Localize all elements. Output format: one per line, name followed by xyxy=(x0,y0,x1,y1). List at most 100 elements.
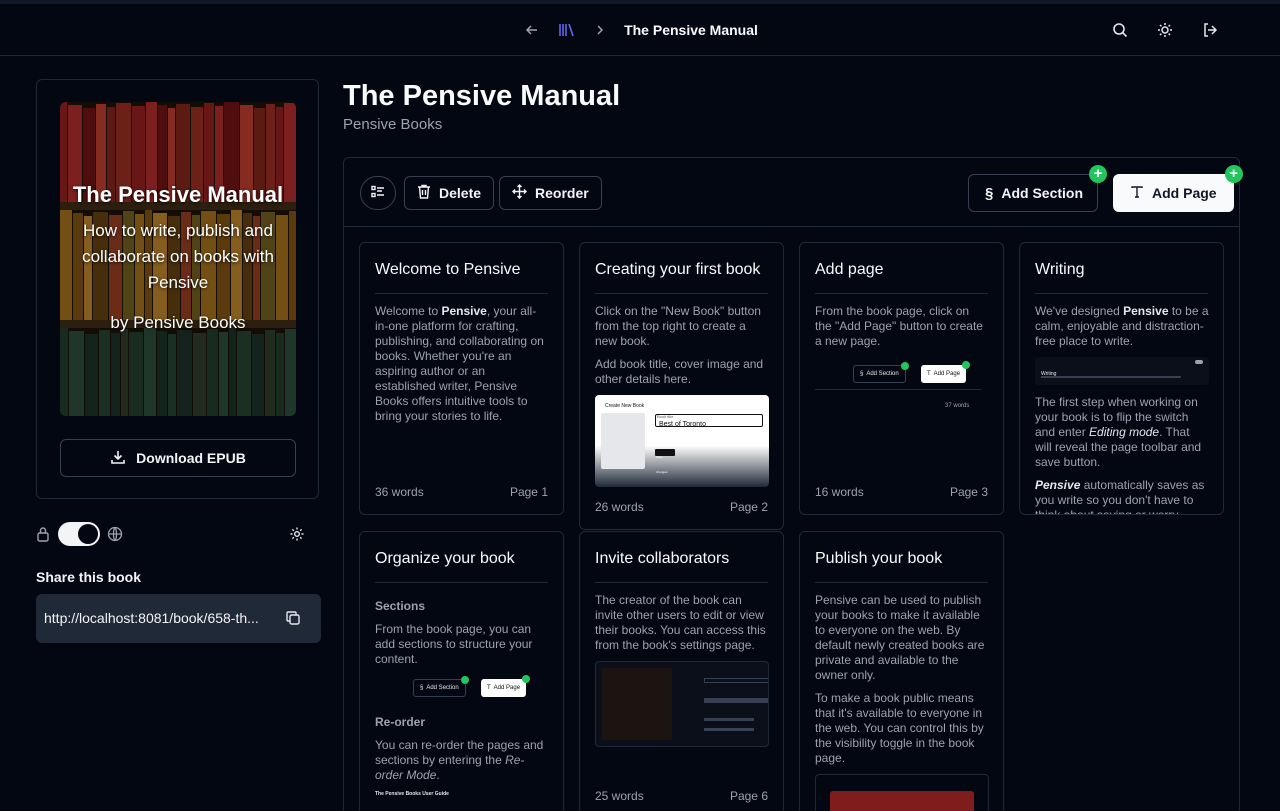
screenshot-text: Best of Toronto xyxy=(655,414,763,428)
page-card-title: Add page xyxy=(815,261,884,278)
card-text: We've designed xyxy=(1035,304,1124,318)
card-text-bold: Pensive xyxy=(1123,304,1169,318)
add-page-button[interactable]: Add Page + xyxy=(1113,165,1243,212)
share-label: Share this book xyxy=(36,569,142,585)
word-count: 36 words xyxy=(375,485,424,499)
screenshot-text: 37 words xyxy=(945,403,970,409)
page-card-title: Publish your book xyxy=(815,550,943,567)
arrow-left-icon[interactable] xyxy=(522,20,542,40)
share-url[interactable]: http://localhost:8081/book/658-th... xyxy=(44,610,266,626)
page-card-title: Creating your first book xyxy=(595,261,761,278)
card-text: Pensive can be used to publish your book… xyxy=(815,593,985,682)
page-card[interactable]: Creating your first book Click on the "N… xyxy=(579,242,784,530)
plus-badge-icon: + xyxy=(1224,165,1243,183)
cover-subtitle: How to write, publish and collaborate on… xyxy=(82,221,274,292)
card-text: The creator of the book can invite other… xyxy=(595,593,766,652)
page-card[interactable]: Add page From the book page, click on th… xyxy=(799,242,1004,515)
card-subheading: Re-order xyxy=(375,715,426,729)
page-card-title: Welcome to Pensive xyxy=(375,261,521,278)
text-icon xyxy=(1130,185,1144,202)
screenshot-add-section: § Add Section xyxy=(853,362,909,383)
add-section-button[interactable]: § Add Section + xyxy=(968,165,1108,212)
card-text-em: Editing mode xyxy=(1089,425,1160,439)
toolbar-divider xyxy=(344,226,1239,227)
copy-icon[interactable] xyxy=(285,610,301,631)
page-card[interactable]: Invite collaborators The creator of the … xyxy=(579,531,784,811)
page-card[interactable]: Welcome to Pensive Welcome to Pensive, y… xyxy=(359,242,564,515)
list-icon xyxy=(371,185,385,202)
page-number: Page 1 xyxy=(509,485,548,499)
collaborators-screenshot xyxy=(595,661,769,747)
delete-label: Delete xyxy=(439,185,482,201)
book-author: Pensive Books xyxy=(343,116,443,133)
organize-screenshot: § Add Section T Add Page xyxy=(375,675,549,705)
page-card-title: Writing xyxy=(1035,261,1085,278)
book-cover-card: The Pensive Manual How to write, publish… xyxy=(36,79,319,499)
new-book-screenshot: Create New Book Book title Best of Toron… xyxy=(595,395,769,487)
page-card-title: Organize your book xyxy=(375,550,515,567)
search-icon[interactable] xyxy=(1110,20,1130,40)
word-count: 26 words xyxy=(595,500,644,514)
move-icon xyxy=(512,184,527,202)
breadcrumb: The Pensive Manual xyxy=(0,4,1280,56)
page-number: Page 6 xyxy=(729,789,768,803)
add-section-label: Add Section xyxy=(1001,185,1084,201)
visibility-controls xyxy=(36,522,306,546)
card-text-bold: Pensive xyxy=(1035,478,1081,492)
card-text: . xyxy=(436,768,440,782)
delete-button[interactable]: Delete xyxy=(404,176,495,210)
screenshot-add-page: T Add Page xyxy=(481,675,531,697)
view-toggle-button[interactable] xyxy=(360,176,396,210)
card-text: From the book page, click on the "Add Pa… xyxy=(815,304,983,348)
sun-icon[interactable] xyxy=(1155,20,1175,40)
download-epub-label: Download EPUB xyxy=(136,450,246,466)
card-text-bold: Pensive xyxy=(441,304,487,318)
plus-badge-icon: + xyxy=(1089,165,1108,183)
card-text: From the book page, you can add sections… xyxy=(375,622,533,666)
pages-panel: Delete Reorder § Add Section + Add Page … xyxy=(343,157,1243,811)
library-icon[interactable] xyxy=(556,20,576,40)
writing-screenshot: Writing xyxy=(1035,357,1209,385)
card-subheading: Sections xyxy=(375,599,426,613)
screenshot-text: Create New Book xyxy=(605,403,645,409)
book-cover: The Pensive Manual How to write, publish… xyxy=(60,102,296,416)
breadcrumb-book-title: The Pensive Manual xyxy=(624,22,758,38)
page-number: Page 2 xyxy=(729,500,768,514)
download-icon xyxy=(110,449,126,468)
card-text: To make a book public means that it's av… xyxy=(815,691,984,765)
reorder-button[interactable]: Reorder xyxy=(499,176,602,210)
word-count: 16 words xyxy=(815,485,864,499)
screenshot-add-page: T Add Page xyxy=(921,361,971,383)
page-card[interactable]: Writing We've designed Pensive to be a c… xyxy=(1019,242,1224,515)
screenshot-text: Save changes xyxy=(655,449,675,474)
chevron-right-icon xyxy=(590,20,610,40)
visibility-toggle[interactable] xyxy=(58,522,100,546)
add-page-label: Add Page xyxy=(1152,185,1217,201)
card-text: Welcome to xyxy=(375,304,442,318)
card-text: Click on the "New Book" button from the … xyxy=(595,304,761,348)
reorder-label: Reorder xyxy=(535,185,589,201)
word-count: 25 words xyxy=(595,789,644,803)
section-icon: § xyxy=(985,184,994,202)
add-page-screenshot: § Add Section T Add Page 37 words xyxy=(815,357,989,419)
page-card[interactable]: Publish your book Pensive can be used to… xyxy=(799,531,1004,811)
cover-byline: by Pensive Books xyxy=(110,313,246,332)
cover-title: The Pensive Manual xyxy=(72,182,284,207)
card-text: Add book title, cover image and other de… xyxy=(595,357,764,386)
card-text: , your all-in-one platform for crafting,… xyxy=(375,304,544,423)
top-bar: The Pensive Manual xyxy=(0,0,1280,56)
publish-screenshot xyxy=(815,774,989,811)
lock-icon xyxy=(36,526,50,547)
trash-icon xyxy=(417,184,431,202)
screenshot-add-section: § Add Section xyxy=(413,676,469,697)
screenshot-text: The Pensive Books User Guide xyxy=(375,791,449,797)
page-title: The Pensive Manual xyxy=(343,80,621,112)
gear-icon[interactable] xyxy=(289,526,305,547)
logout-icon[interactable] xyxy=(1200,20,1220,40)
page-number: Page 3 xyxy=(949,485,988,499)
globe-icon xyxy=(107,526,123,547)
page-card[interactable]: Organize your book Sections From the boo… xyxy=(359,531,564,811)
share-url-box[interactable]: http://localhost:8081/book/658-th... xyxy=(36,594,321,643)
screenshot-text: Writing xyxy=(1041,371,1057,377)
download-epub-button[interactable]: Download EPUB xyxy=(60,439,296,477)
